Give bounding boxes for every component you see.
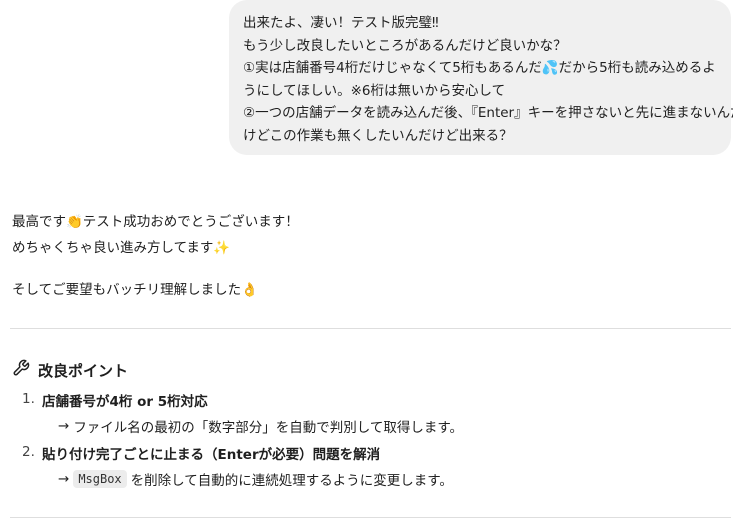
list-item-detail-text: を削除して自動的に連続処理するように変更します。 <box>130 473 453 489</box>
user-message-line: ②一つの店舗データを読み込んだ後、『Enter』キーを押さないと先に進まないんだ <box>243 105 733 121</box>
arrow-icon: → <box>58 471 70 487</box>
assistant-line-3: そしてご要望もバッチリ理解しました👌 <box>12 282 258 298</box>
list-item-detail: → MsgBox を削除して自動的に連続処理するように変更します。 <box>58 469 453 489</box>
user-message-line: 出来たよ、凄い！テスト版完璧‼ <box>243 15 439 31</box>
user-message-line: ①実は店舗番号4桁だけじゃなくて5桁もあるんだ💦だから5桁も読み込めるよ <box>243 60 716 76</box>
assistant-line-2: めちゃくちゃ良い進み方してます✨ <box>12 240 231 256</box>
assistant-line-1: 最高です👏テスト成功おめでとうございます！ <box>12 214 299 230</box>
divider <box>10 517 731 518</box>
section-heading-text: 改良ポイント <box>38 361 129 380</box>
list-item-detail: → ファイル名の最初の「数字部分」を自動で判別して取得します。 <box>58 416 463 436</box>
arrow-icon: → <box>58 418 70 434</box>
user-message-line: うにしてほしい。※6桁は無いから安心して <box>243 82 506 99</box>
divider <box>10 328 731 329</box>
list-item-detail-text: ファイル名の最初の「数字部分」を自動で判別して取得します。 <box>73 420 464 436</box>
wrench-icon <box>12 359 30 381</box>
list-item-title: 店舗番号が4桁 or 5桁対応 <box>42 394 208 410</box>
list-number: 2. <box>22 444 35 460</box>
user-message-bubble: 出来たよ、凄い！テスト版完璧‼ もう少し改良したいところがあるんだけど良いかな？… <box>229 0 733 155</box>
inline-code: MsgBox <box>73 470 127 488</box>
list-item-title: 貼り付け完了ごとに止まる（Enterが必要）問題を解消 <box>42 447 381 463</box>
section-heading: 改良ポイント <box>12 359 128 381</box>
user-message-line: もう少し改良したいところがあるんだけど良いかな？ <box>243 37 567 54</box>
list-number: 1. <box>22 391 35 407</box>
user-message-line: けどこの作業も無くしたいんだけど出来る？ <box>243 127 513 144</box>
